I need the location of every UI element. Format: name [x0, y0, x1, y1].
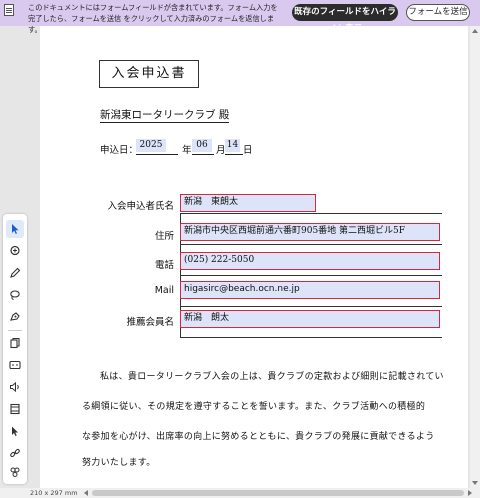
date-day-field[interactable]: 14 — [225, 139, 240, 152]
document-page: 入会申込書 新潟東ロータリークラブ 殿 申込日： 2025 年 06 月 14 … — [40, 26, 468, 488]
field-label-address: 住所 — [154, 231, 174, 242]
submit-form-button[interactable]: フォームを送信 — [406, 4, 470, 21]
field-label-referrer: 推薦会員名 — [126, 317, 174, 328]
mail-field[interactable]: higasirc@beach.ocn.ne.jp — [180, 281, 440, 299]
date-year-field[interactable]: 2025 — [136, 139, 166, 152]
page-size-readout: 210 x 297 mm — [30, 489, 78, 497]
comment-icon[interactable] — [6, 242, 24, 260]
field-label-mail: Mail — [154, 285, 174, 296]
year-unit: 年 — [182, 145, 192, 156]
pledge-line-1: 私は、貴ロータリークラブ入会の上は、貴クラブの定款および細則に記載されてい — [100, 372, 444, 382]
vertical-scrollbar[interactable] — [470, 26, 480, 488]
scroll-up-icon[interactable] — [472, 29, 478, 33]
pen-icon[interactable] — [6, 264, 24, 282]
addressee: 新潟東ロータリークラブ 殿 — [100, 109, 230, 123]
pledge-line-4: 努力いたします。 — [82, 458, 156, 468]
pledge-line-2: る綱領に従い、その規定を遵守することを誓います。また、クラブ活動への積極的 — [82, 402, 426, 412]
field-label-name: 入会申込者氏名 — [107, 201, 174, 212]
group-icon[interactable] — [6, 464, 24, 480]
lasso-icon[interactable] — [6, 286, 24, 304]
caption-icon[interactable] — [6, 356, 24, 374]
applicant-name-field[interactable]: 新潟 東朗太 — [180, 194, 316, 212]
stamp-icon[interactable] — [6, 308, 24, 326]
film-icon[interactable] — [6, 400, 24, 418]
scroll-down-icon[interactable] — [472, 481, 478, 485]
horizontal-scrollbar[interactable]: 210 x 297 mm — [0, 488, 480, 498]
date-label: 申込日： — [100, 145, 139, 156]
cursor-icon[interactable] — [6, 422, 24, 440]
scroll-left-icon[interactable] — [84, 490, 88, 496]
referrer-name-field[interactable]: 新潟 朗太 — [180, 310, 440, 328]
day-unit: 日 — [243, 145, 253, 156]
select-icon[interactable] — [6, 220, 24, 238]
document-icon — [4, 4, 14, 16]
audio-icon[interactable] — [6, 378, 24, 396]
link-icon[interactable] — [6, 444, 24, 462]
pledge-line-3: な参加を心がけ、出席率の向上に努めるとともに、貴クラブの発展に貢献できるよう — [82, 432, 435, 442]
pages-icon[interactable] — [6, 334, 24, 352]
address-field[interactable]: 新潟市中央区西堀前通六番町905番地 第二西堀ビル5F — [180, 223, 440, 241]
tool-rail — [3, 214, 27, 484]
form-notification-bar: このドキュメントにはフォームフィールドが含まれています。フォーム入力を完了したら… — [0, 0, 480, 34]
scroll-right-icon[interactable] — [468, 490, 472, 496]
horizontal-scroll-thumb[interactable] — [92, 490, 464, 496]
phone-field[interactable]: (025) 222-5050 — [180, 252, 440, 270]
date-month-field[interactable]: 06 — [192, 139, 212, 152]
document-title: 入会申込書 — [99, 60, 199, 88]
field-label-phone: 電話 — [154, 260, 174, 271]
highlight-fields-button[interactable]: 既存のフィールドをハイライト表示 — [292, 4, 398, 34]
